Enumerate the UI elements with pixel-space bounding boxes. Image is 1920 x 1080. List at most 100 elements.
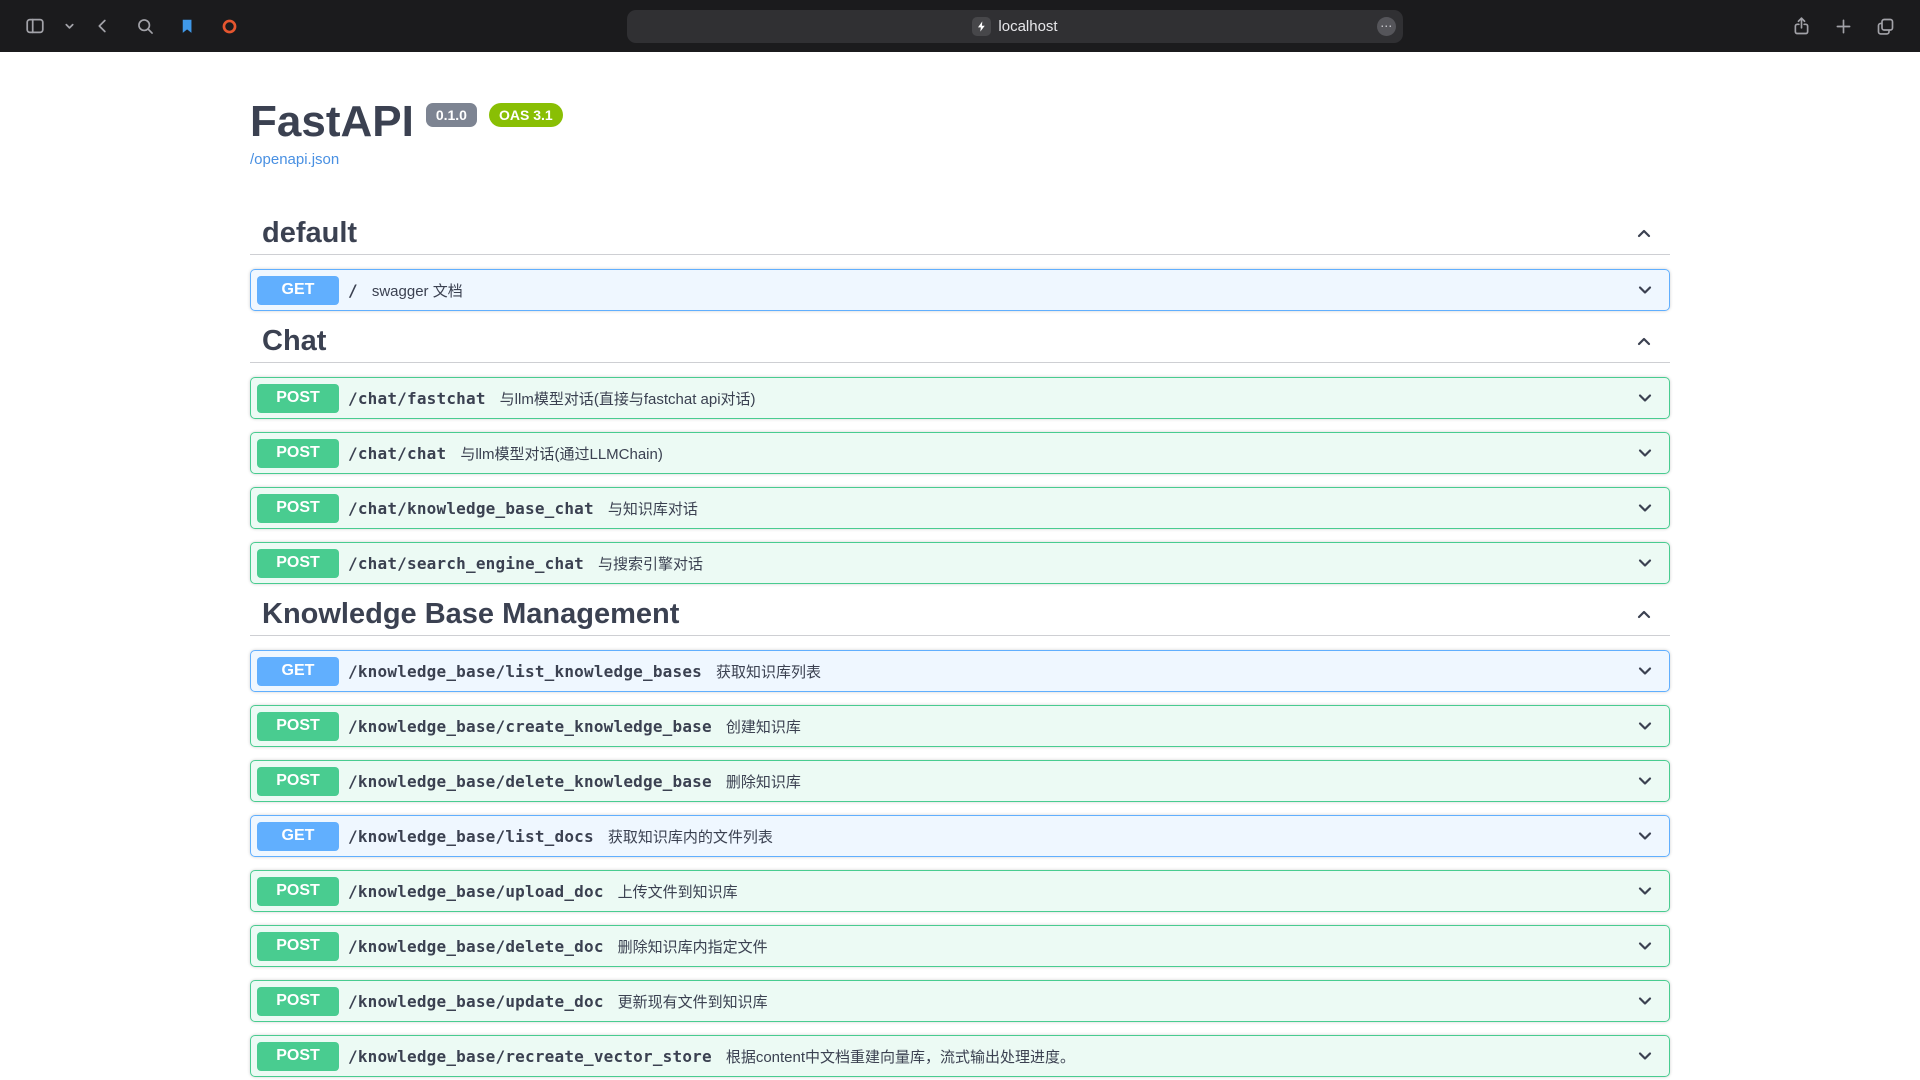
method-badge: POST [257,549,339,578]
operation-description: 上传文件到知识库 [618,881,738,902]
share-icon [1791,16,1812,37]
operation-row[interactable]: POST /chat/fastchat 与llm模型对话(直接与fastchat… [250,377,1670,419]
sidebar-toggle-icon [24,15,46,37]
chevron-down-icon[interactable] [1635,991,1655,1011]
chevron-down-icon[interactable] [1635,771,1655,791]
section-header[interactable]: Chat [250,324,1670,363]
operation-description: 与知识库对话 [608,498,698,519]
operation-description: swagger 文档 [372,280,463,301]
tab-overview-button[interactable] [1866,10,1904,42]
operation-row[interactable]: POST /knowledge_base/update_doc 更新现有文件到知… [250,980,1670,1022]
page-menu-button[interactable]: ⋯ [1377,17,1396,36]
operation-row[interactable]: GET / swagger 文档 [250,269,1670,311]
toolbar-center-group: localhost ⋯ [248,10,1782,43]
method-badge: POST [257,987,339,1016]
method-badge: GET [257,276,339,305]
browser-toolbar: localhost ⋯ [0,0,1920,52]
url-field[interactable]: localhost ⋯ [627,10,1403,43]
operation-row[interactable]: POST /knowledge_base/delete_knowledge_ba… [250,760,1670,802]
operation-row[interactable]: POST /knowledge_base/delete_doc 删除知识库内指定… [250,925,1670,967]
chevron-down-icon[interactable] [1635,388,1655,408]
toolbar-left-group [16,10,248,42]
operation-description: 删除知识库内指定文件 [618,936,768,957]
chevron-down-icon[interactable] [1635,553,1655,573]
operation-row[interactable]: GET /knowledge_base/list_knowledge_bases… [250,650,1670,692]
section-chat: Chat POST /chat/fastchat 与llm模型对话(直接与fas… [250,324,1670,584]
bookmark-extension-icon [178,17,197,36]
chevron-down-icon[interactable] [1635,661,1655,681]
operation-row[interactable]: POST /chat/search_engine_chat 与搜索引擎对话 [250,542,1670,584]
operation-row[interactable]: POST /chat/chat 与llm模型对话(通过LLMChain) [250,432,1670,474]
operation-path: /knowledge_base/recreate_vector_store [348,1047,712,1066]
section-knowledge-base-management: Knowledge Base Management GET /knowledge… [250,597,1670,1077]
search-icon [135,16,156,37]
sidebar-toggle-button[interactable] [16,10,54,42]
section-header[interactable]: default [250,216,1670,255]
tab-overview-icon [1875,16,1896,37]
search-button[interactable] [126,10,164,42]
api-sections: default GET / swagger 文档 Chat [250,216,1670,1077]
method-badge: GET [257,822,339,851]
method-badge: POST [257,877,339,906]
site-favicon [972,17,991,36]
chevron-down-icon[interactable] [1635,881,1655,901]
chevron-down-icon[interactable] [1635,443,1655,463]
operation-row[interactable]: POST /knowledge_base/upload_doc 上传文件到知识库 [250,870,1670,912]
chevron-up-icon[interactable] [1634,604,1654,624]
chevron-down-icon[interactable] [1635,936,1655,956]
target-extension-icon [220,17,239,36]
back-icon [92,15,114,37]
operation-row[interactable]: GET /knowledge_base/list_docs 获取知识库内的文件列… [250,815,1670,857]
section-header[interactable]: Knowledge Base Management [250,597,1670,636]
operation-path: /knowledge_base/list_knowledge_bases [348,662,702,681]
section-default: default GET / swagger 文档 [250,216,1670,311]
chevron-down-icon [64,21,75,32]
operation-description: 获取知识库内的文件列表 [608,826,773,847]
operation-path: /knowledge_base/upload_doc [348,882,604,901]
chevron-up-icon[interactable] [1634,223,1654,243]
back-button[interactable] [84,10,122,42]
method-badge: POST [257,494,339,523]
operation-description: 删除知识库 [726,771,801,792]
url-text: localhost [998,18,1057,35]
operation-path: /knowledge_base/delete_doc [348,937,604,956]
new-tab-icon [1833,16,1854,37]
new-tab-button[interactable] [1824,10,1862,42]
operation-description: 获取知识库列表 [716,661,821,682]
section-title: Knowledge Base Management [262,597,679,631]
target-extension-button[interactable] [210,10,248,42]
operation-description: 与搜索引擎对话 [598,553,703,574]
operation-description: 与llm模型对话(通过LLMChain) [460,443,663,464]
method-badge: GET [257,657,339,686]
method-badge: POST [257,384,339,413]
openapi-spec-link[interactable]: /openapi.json [250,150,339,170]
operation-path: /chat/knowledge_base_chat [348,499,594,518]
operation-path: /knowledge_base/list_docs [348,827,594,846]
method-badge: POST [257,712,339,741]
chevron-up-icon[interactable] [1634,331,1654,351]
title-row: FastAPI 0.1.0 OAS 3.1 [250,96,1670,148]
chevron-down-icon[interactable] [1635,1046,1655,1066]
operation-row[interactable]: POST /chat/knowledge_base_chat 与知识库对话 [250,487,1670,529]
share-button[interactable] [1782,10,1820,42]
api-info: FastAPI 0.1.0 OAS 3.1 /openapi.json [250,96,1670,170]
chevron-down-icon[interactable] [1635,826,1655,846]
chevron-down-icon[interactable] [1635,498,1655,518]
bookmark-extension-button[interactable] [168,10,206,42]
sidebar-menu-button[interactable] [58,10,80,42]
chevron-down-icon[interactable] [1635,280,1655,300]
chevron-down-icon[interactable] [1635,716,1655,736]
operation-row[interactable]: POST /knowledge_base/create_knowledge_ba… [250,705,1670,747]
method-badge: POST [257,767,339,796]
method-badge: POST [257,1042,339,1071]
operation-path: /knowledge_base/create_knowledge_base [348,717,712,736]
content-wrapper: FastAPI 0.1.0 OAS 3.1 /openapi.json defa… [230,96,1690,1077]
operation-description: 与llm模型对话(直接与fastchat api对话) [500,388,756,409]
operation-description: 根据content中文档重建向量库，流式输出处理进度。 [726,1046,1075,1067]
operation-path: /knowledge_base/delete_knowledge_base [348,772,712,791]
method-badge: POST [257,439,339,468]
operation-description: 更新现有文件到知识库 [618,991,768,1012]
operation-row[interactable]: POST /knowledge_base/recreate_vector_sto… [250,1035,1670,1077]
operation-path: /chat/search_engine_chat [348,554,584,573]
oas-badge: OAS 3.1 [489,103,563,127]
